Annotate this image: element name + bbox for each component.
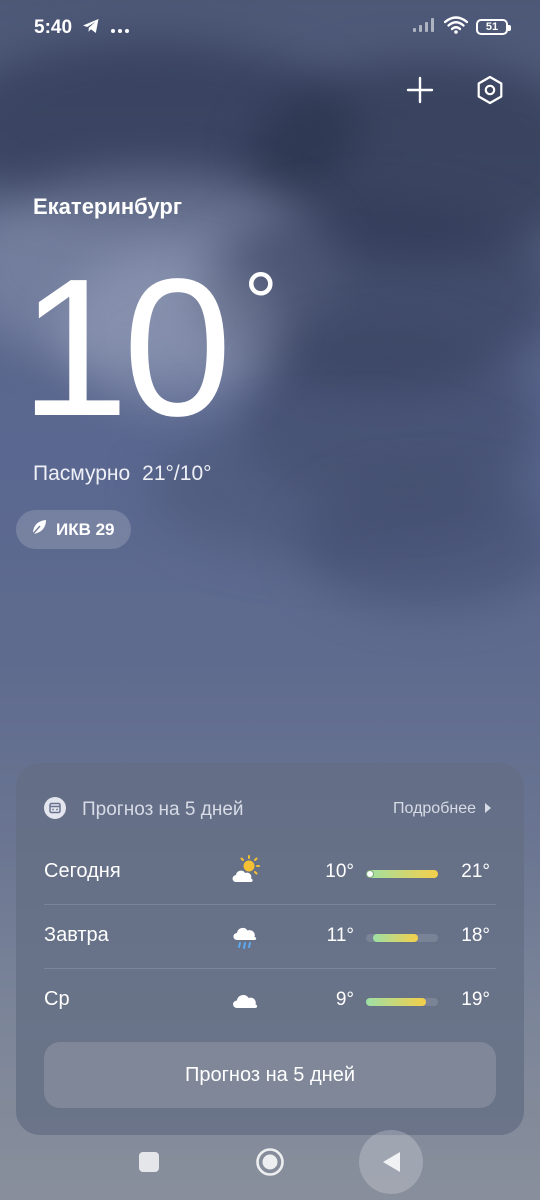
forecast-title: Прогноз на 5 дней [82,799,244,820]
temperature-value: 10 [20,238,232,457]
more-label: Подробнее [393,800,476,817]
five-day-forecast-button[interactable]: Прогноз на 5 дней [44,1042,496,1108]
current-temp-marker [367,871,373,877]
navigation-bar [0,1130,540,1200]
temp-range-bar [366,998,438,1006]
low-temp: 10° [325,861,354,882]
plus-icon [406,76,434,104]
day-label: Сегодня [44,860,121,882]
partly-cloudy-sun-icon [228,854,262,888]
telegram-icon [82,18,100,38]
more-notifications-icon [110,19,130,38]
condition-text: Пасмурно [33,462,131,485]
leaf-icon [30,518,48,541]
day-label: Завтра [44,924,109,946]
back-button[interactable] [359,1130,423,1194]
aqi-label: ИКВ 29 [56,519,115,539]
cloud-icon [228,982,262,1016]
home-circle-icon [256,1148,284,1176]
temp-range-fill [366,870,438,878]
temperature-range: 21°/10° [142,462,212,485]
temp-range-bar [366,934,438,942]
city-name: Екатеринбург [33,194,183,219]
day-label: Ср [44,988,70,1010]
temp-range-fill [373,934,418,942]
high-temp: 18° [461,925,490,946]
high-temp: 19° [461,989,490,1010]
wifi-icon [443,16,469,38]
current-temperature: 10 ° [20,250,278,446]
settings-hexagon-icon [477,75,503,105]
temp-range-bar [366,870,438,878]
status-time: 5:40 [34,17,73,38]
status-bar: 5:40 51 [0,0,540,60]
forecast-row-tomorrow[interactable]: Завтра 11° 18° [44,905,496,969]
home-button[interactable] [238,1130,302,1194]
signal-icon [412,17,436,37]
temp-range-fill [366,998,427,1006]
current-condition: Пасмурно 21°/10° [33,462,212,486]
battery-icon: 51 [476,19,511,35]
recents-button[interactable] [117,1130,181,1194]
back-triangle-icon [383,1152,400,1172]
low-temp: 11° [326,925,354,946]
more-link[interactable]: Подробнее [393,800,492,818]
rain-cloud-icon [228,918,262,952]
high-temp: 21° [461,861,490,882]
calendar-icon [44,797,66,823]
aqi-badge[interactable]: ИКВ 29 [16,510,131,549]
square-icon [139,1152,159,1172]
low-temp: 9° [335,989,354,1010]
forecast-row-wednesday[interactable]: Ср 9° 19° [44,969,496,1032]
add-city-button[interactable] [400,70,440,110]
settings-button[interactable] [470,70,510,110]
forecast-row-today[interactable]: Сегодня 10° 21° [44,841,496,905]
chevron-right-icon [484,800,492,818]
forecast-card: Прогноз на 5 дней Подробнее Сегодня 10° [16,763,524,1135]
degree-symbol: ° [244,255,278,349]
